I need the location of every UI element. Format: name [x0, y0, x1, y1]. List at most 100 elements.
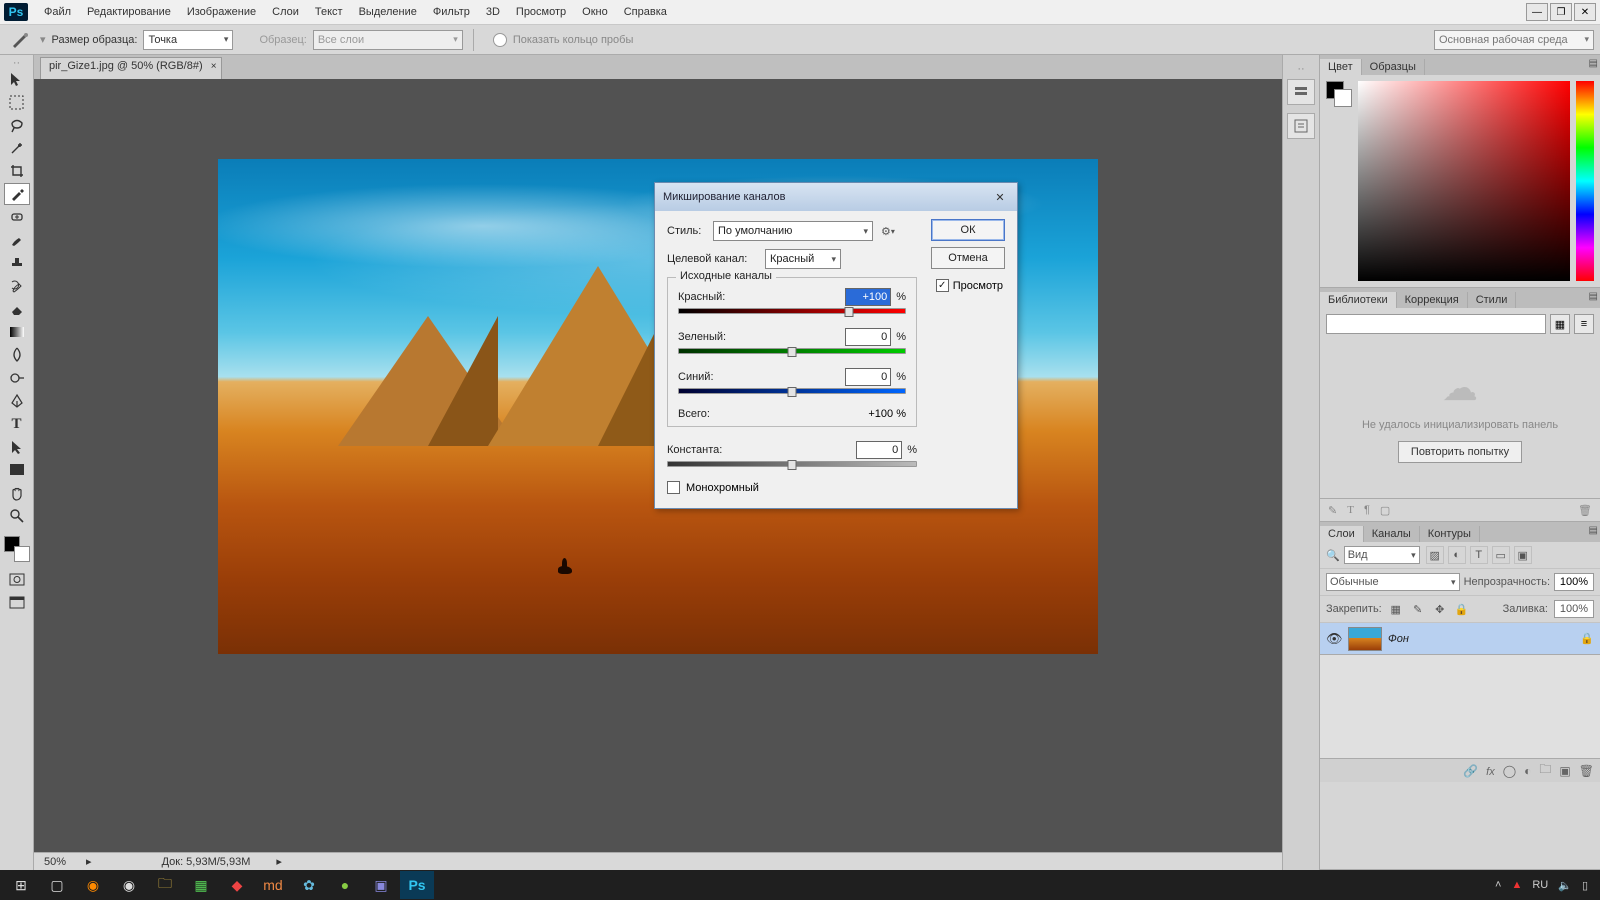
path-select-tool[interactable] — [4, 436, 30, 458]
menu-image[interactable]: Изображение — [179, 3, 264, 21]
menu-help[interactable]: Справка — [616, 3, 675, 21]
tray-up-icon[interactable]: ˄ — [1495, 879, 1501, 891]
explorer-icon[interactable]: 🗀 — [148, 871, 182, 899]
panel-menu-icon[interactable]: ▤ — [1589, 291, 1598, 302]
menu-edit[interactable]: Редактирование — [79, 3, 179, 21]
tab-styles[interactable]: Стили — [1468, 292, 1517, 308]
history-panel-icon[interactable] — [1287, 79, 1315, 105]
dialog-close-icon[interactable]: ✕ — [991, 188, 1009, 206]
trash-mini-icon[interactable]: 🗑 — [1578, 504, 1592, 517]
zoom-arrow-icon[interactable]: ▸ — [86, 855, 92, 868]
ok-button[interactable]: ОК — [931, 219, 1005, 241]
healing-tool[interactable] — [4, 206, 30, 228]
crop-tool[interactable] — [4, 160, 30, 182]
constant-slider[interactable] — [667, 461, 917, 467]
opacity-value[interactable]: 100% — [1554, 573, 1594, 591]
preview-checkbox[interactable]: ✓ — [936, 279, 949, 292]
tray-action-icon[interactable]: ▯ — [1582, 879, 1588, 892]
app2-icon[interactable]: ◆ — [220, 871, 254, 899]
menu-window[interactable]: Окно — [574, 3, 616, 21]
dialog-titlebar[interactable]: Микширование каналов ✕ — [655, 183, 1017, 211]
library-select[interactable] — [1326, 314, 1546, 334]
menu-text[interactable]: Текст — [307, 3, 351, 21]
move-tool[interactable] — [4, 68, 30, 90]
constant-input[interactable] — [856, 441, 902, 459]
hue-slider[interactable] — [1576, 81, 1594, 281]
lock-position-icon[interactable]: ✥ — [1432, 601, 1448, 617]
type-style-icon[interactable]: T — [1347, 504, 1354, 516]
blend-mode-select[interactable]: Обычные▾ — [1326, 573, 1460, 591]
tab-swatches[interactable]: Образцы — [1362, 59, 1425, 75]
taskview-icon[interactable]: ▢ — [40, 871, 74, 899]
red-slider[interactable] — [678, 308, 906, 314]
maximize-button[interactable]: ❐ — [1550, 3, 1572, 21]
pen-tool[interactable] — [4, 390, 30, 412]
filter-type-icon[interactable]: T — [1470, 546, 1488, 564]
eraser-tool[interactable] — [4, 298, 30, 320]
sample-size-select[interactable]: Точка▾ — [143, 30, 233, 50]
blue-slider[interactable] — [678, 388, 906, 394]
menu-select[interactable]: Выделение — [351, 3, 425, 21]
fx-icon[interactable]: ✎ — [1328, 504, 1337, 517]
chrome-icon[interactable]: ◉ — [112, 871, 146, 899]
delete-layer-icon[interactable]: 🗑 — [1579, 764, 1594, 778]
blue-input[interactable] — [845, 368, 891, 386]
tab-libraries[interactable]: Библиотеки — [1320, 292, 1397, 308]
minimize-button[interactable]: — — [1526, 3, 1548, 21]
adjustment-icon[interactable]: ◐ — [1524, 764, 1531, 778]
tab-channels[interactable]: Каналы — [1364, 526, 1420, 542]
eyedropper-tool[interactable] — [4, 183, 30, 205]
tab-paths[interactable]: Контуры — [1420, 526, 1480, 542]
layer-row[interactable]: 👁 Фон 🔒 — [1320, 623, 1600, 655]
red-input[interactable] — [845, 288, 891, 306]
app-icon[interactable]: ▦ — [184, 871, 218, 899]
tab-layers[interactable]: Слои — [1320, 526, 1364, 542]
tool-preset-icon[interactable] — [6, 29, 34, 51]
lock-pixels-icon[interactable]: ▦ — [1388, 601, 1404, 617]
preset-menu-icon[interactable]: ⚙▾ — [879, 222, 897, 240]
filter-smart-icon[interactable]: ▣ — [1514, 546, 1532, 564]
color-swatches[interactable] — [4, 536, 30, 562]
tab-adjustments[interactable]: Коррекция — [1397, 292, 1468, 308]
menu-3d[interactable]: 3D — [478, 3, 508, 21]
menu-file[interactable]: Файл — [36, 3, 79, 21]
toolbox-handle[interactable]: ·· — [3, 59, 31, 67]
wand-tool[interactable] — [4, 137, 30, 159]
lib-grid-icon[interactable]: ▦ — [1550, 314, 1570, 334]
cancel-button[interactable]: Отмена — [931, 247, 1005, 269]
app6-icon[interactable]: ▣ — [364, 871, 398, 899]
color-fg-bg[interactable] — [1326, 81, 1352, 107]
tray-lang[interactable]: RU — [1532, 879, 1548, 891]
menu-filter[interactable]: Фильтр — [425, 3, 478, 21]
properties-panel-icon[interactable] — [1287, 113, 1315, 139]
type-tool[interactable]: T — [4, 413, 30, 435]
lock-all-icon[interactable]: 🔒 — [1454, 601, 1470, 617]
menu-view[interactable]: Просмотр — [508, 3, 574, 21]
tab-color[interactable]: Цвет — [1320, 59, 1362, 75]
color-field[interactable] — [1358, 81, 1570, 281]
visibility-icon[interactable]: 👁 — [1326, 631, 1342, 647]
zoom-level[interactable]: 50% — [44, 856, 66, 868]
panel-menu-icon[interactable]: ▤ — [1589, 525, 1598, 536]
shape-tool[interactable] — [4, 459, 30, 481]
group-icon[interactable]: 🗀 — [1539, 760, 1551, 781]
screenmode-tool[interactable] — [4, 592, 30, 614]
para-style-icon[interactable]: ¶ — [1364, 504, 1370, 516]
photoshop-task-icon[interactable]: Ps — [400, 871, 434, 899]
lib-list-icon[interactable]: ≡ — [1574, 314, 1594, 334]
history-brush-tool[interactable] — [4, 275, 30, 297]
layer-filter-kind[interactable]: Вид▾ — [1344, 546, 1420, 564]
panel-menu-icon[interactable]: ▤ — [1589, 58, 1598, 69]
layer-name[interactable]: Фон — [1388, 633, 1409, 645]
stamp-tool[interactable] — [4, 252, 30, 274]
zoom-tool[interactable] — [4, 505, 30, 527]
link-layers-icon[interactable]: 🔗 — [1463, 764, 1478, 778]
green-input[interactable] — [845, 328, 891, 346]
filter-pixel-icon[interactable]: ▨ — [1426, 546, 1444, 564]
new-layer-icon[interactable]: ▣ — [1559, 764, 1570, 778]
lasso-tool[interactable] — [4, 114, 30, 136]
start-icon[interactable]: ⊞ — [4, 871, 38, 899]
gradient-tool[interactable] — [4, 321, 30, 343]
quickmask-tool[interactable] — [4, 569, 30, 591]
filter-shape-icon[interactable]: ▭ — [1492, 546, 1510, 564]
